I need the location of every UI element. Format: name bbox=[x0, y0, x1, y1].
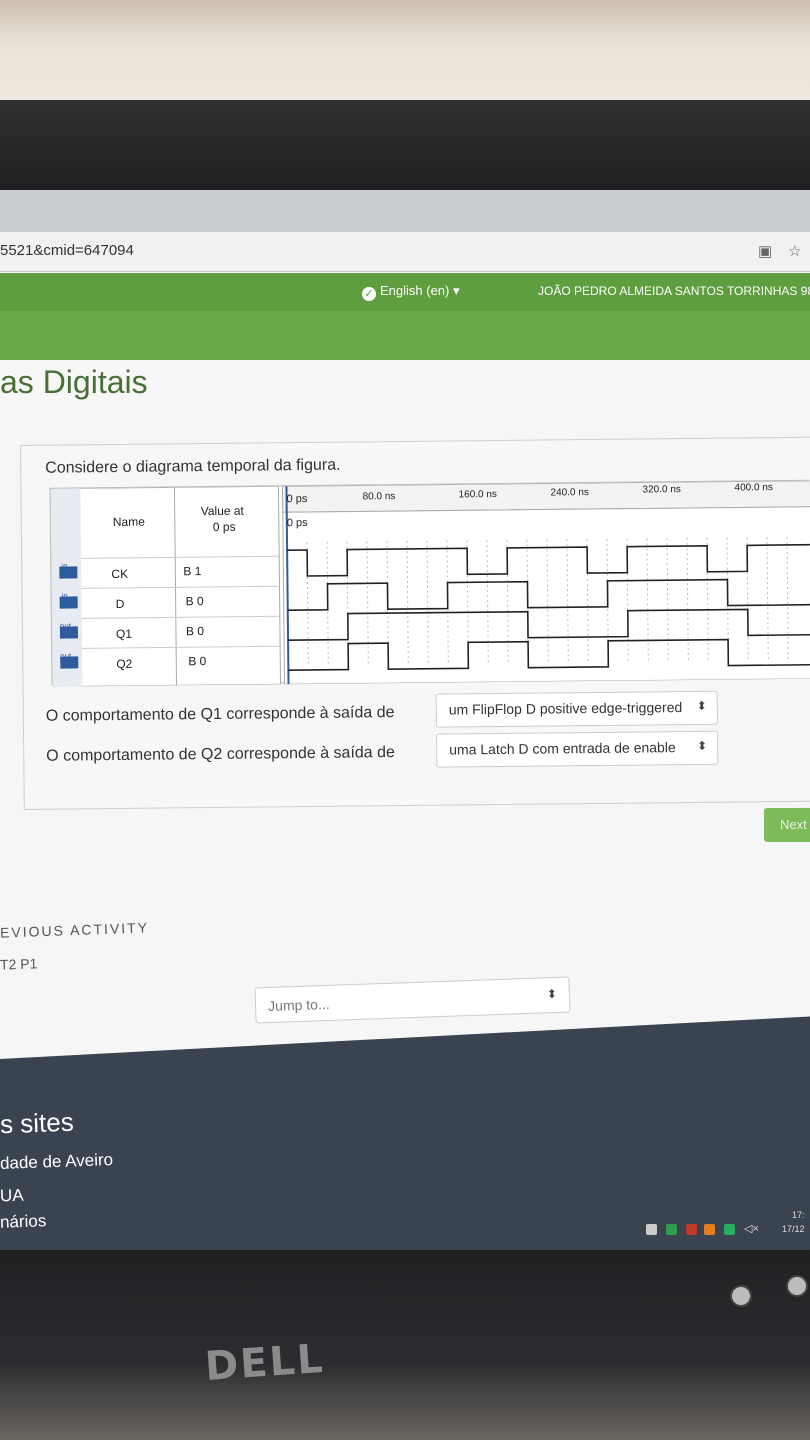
time-tick-1: 80.0 ns bbox=[363, 491, 396, 502]
waveform-image: Name Value at 0 ps in CK B 1 in D B 0 ou… bbox=[49, 479, 810, 687]
time-tick-0: 0 ps bbox=[287, 493, 308, 505]
select-arrows-icon: ⬍ bbox=[697, 738, 708, 753]
language-menu[interactable]: ✓ English (en) ▾ bbox=[362, 283, 460, 301]
select-arrows-icon: ⬍ bbox=[546, 986, 558, 1002]
answer-select-q2[interactable]: uma Latch D com entrada de enable ⬍ bbox=[436, 730, 719, 768]
time-tick-3: 240.0 ns bbox=[550, 487, 588, 498]
select-arrows-icon: ⬍ bbox=[696, 698, 707, 713]
screen: 5521&cmid=647094 ▣ ☆ ✓ English (en) ▾ JOÃ… bbox=[0, 190, 810, 1265]
signal-value: B 1 bbox=[183, 564, 201, 578]
signal-dir: in bbox=[62, 592, 68, 601]
monitor-button[interactable] bbox=[730, 1285, 752, 1307]
page-title: as Digitais bbox=[0, 364, 148, 400]
question-item-label: O comportamento de Q2 corresponde à saíd… bbox=[46, 744, 395, 765]
site-navbar: ✓ English (en) ▾ JOÃO PEDRO ALMEIDA SANTO… bbox=[0, 273, 810, 311]
signal-name: D bbox=[116, 597, 125, 611]
address-bar[interactable]: 5521&cmid=647094 ▣ ☆ bbox=[0, 232, 810, 272]
waveform-diagram: Name Value at 0 ps in CK B 1 in D B 0 ou… bbox=[50, 480, 810, 687]
url-text[interactable]: 5521&cmid=647094 bbox=[0, 242, 134, 259]
time-tick-2: 160.0 ns bbox=[458, 489, 496, 500]
jump-to-placeholder: Jump to... bbox=[267, 995, 330, 1015]
dell-logo: DELL bbox=[203, 1335, 326, 1391]
question-item-label: O comportamento de Q1 corresponde à saíd… bbox=[45, 704, 395, 725]
signal-name: Q2 bbox=[116, 657, 132, 671]
question-item-q1: O comportamento de Q1 corresponde à saíd… bbox=[46, 704, 395, 726]
signal-value: B 0 bbox=[188, 654, 206, 668]
bookmark-star-icon[interactable]: ☆ bbox=[788, 242, 801, 260]
signal-name: CK bbox=[111, 567, 128, 581]
next-button[interactable]: Next bbox=[764, 808, 810, 842]
signal-value: B 0 bbox=[186, 594, 204, 608]
footer-link-ua[interactable]: UA bbox=[0, 1186, 24, 1207]
answer-select-value: um FlipFlop D positive edge-triggered bbox=[448, 699, 683, 718]
signal-dir: out bbox=[60, 651, 72, 660]
answer-select-q1[interactable]: um FlipFlop D positive edge-triggered ⬍ bbox=[435, 690, 718, 728]
clock-date[interactable]: 17/12 bbox=[782, 1224, 805, 1234]
jump-to-select[interactable]: Jump to... ⬍ bbox=[254, 976, 571, 1024]
question-item-q2: O comportamento de Q2 corresponde à saíd… bbox=[46, 744, 395, 766]
footer-title: s sites bbox=[0, 1106, 75, 1140]
footer-link-aveiro[interactable]: dade de Aveiro bbox=[0, 1150, 113, 1174]
app-tray-icon[interactable] bbox=[686, 1224, 697, 1235]
signal-dir: out bbox=[60, 621, 72, 630]
clock-time[interactable]: 17: bbox=[792, 1210, 805, 1220]
footer-link-other[interactable]: nários bbox=[0, 1211, 47, 1233]
col-value-header: Value at bbox=[201, 504, 245, 518]
language-label: English (en) bbox=[380, 283, 450, 298]
monitor-power-button[interactable] bbox=[786, 1275, 808, 1297]
signal-dir: in bbox=[61, 562, 67, 571]
volume-icon[interactable]: ◁× bbox=[744, 1222, 759, 1235]
browser-tab-strip bbox=[0, 190, 810, 232]
signal-name: Q1 bbox=[116, 627, 132, 641]
language-caret-icon: ▾ bbox=[453, 283, 460, 298]
app-tray-icon[interactable] bbox=[666, 1224, 677, 1235]
monitor-bezel-top bbox=[0, 100, 810, 195]
question-prompt: Considere o diagrama temporal da figura. bbox=[45, 456, 341, 477]
previous-activity-link[interactable]: T2 P1 bbox=[0, 955, 38, 972]
cloud-icon[interactable] bbox=[646, 1224, 657, 1235]
user-menu[interactable]: JOÃO PEDRO ALMEIDA SANTOS TORRINHAS 98..… bbox=[538, 284, 810, 298]
app-tray-icon[interactable] bbox=[704, 1224, 715, 1235]
translate-icon[interactable]: ▣ bbox=[758, 242, 772, 260]
windows-taskbar-tray: ◁× 17: 17/12 bbox=[640, 1210, 810, 1248]
network-icon[interactable] bbox=[724, 1224, 735, 1235]
time-tick-5: 400.0 ns bbox=[734, 482, 772, 493]
cursor-label: 0 ps bbox=[287, 517, 308, 529]
question-card: Considere o diagrama temporal da figura.… bbox=[20, 436, 810, 810]
signal-value: B 0 bbox=[186, 624, 204, 638]
col-value-header-2: 0 ps bbox=[213, 520, 236, 534]
answer-select-value: uma Latch D com entrada de enable bbox=[449, 739, 676, 758]
monitor-bezel-bottom bbox=[0, 1250, 810, 1440]
background-wall bbox=[0, 0, 810, 110]
col-name-header: Name bbox=[113, 515, 145, 529]
time-tick-4: 320.0 ns bbox=[642, 484, 680, 495]
globe-icon: ✓ bbox=[362, 287, 376, 301]
previous-activity-heading: EVIOUS ACTIVITY bbox=[0, 919, 150, 941]
